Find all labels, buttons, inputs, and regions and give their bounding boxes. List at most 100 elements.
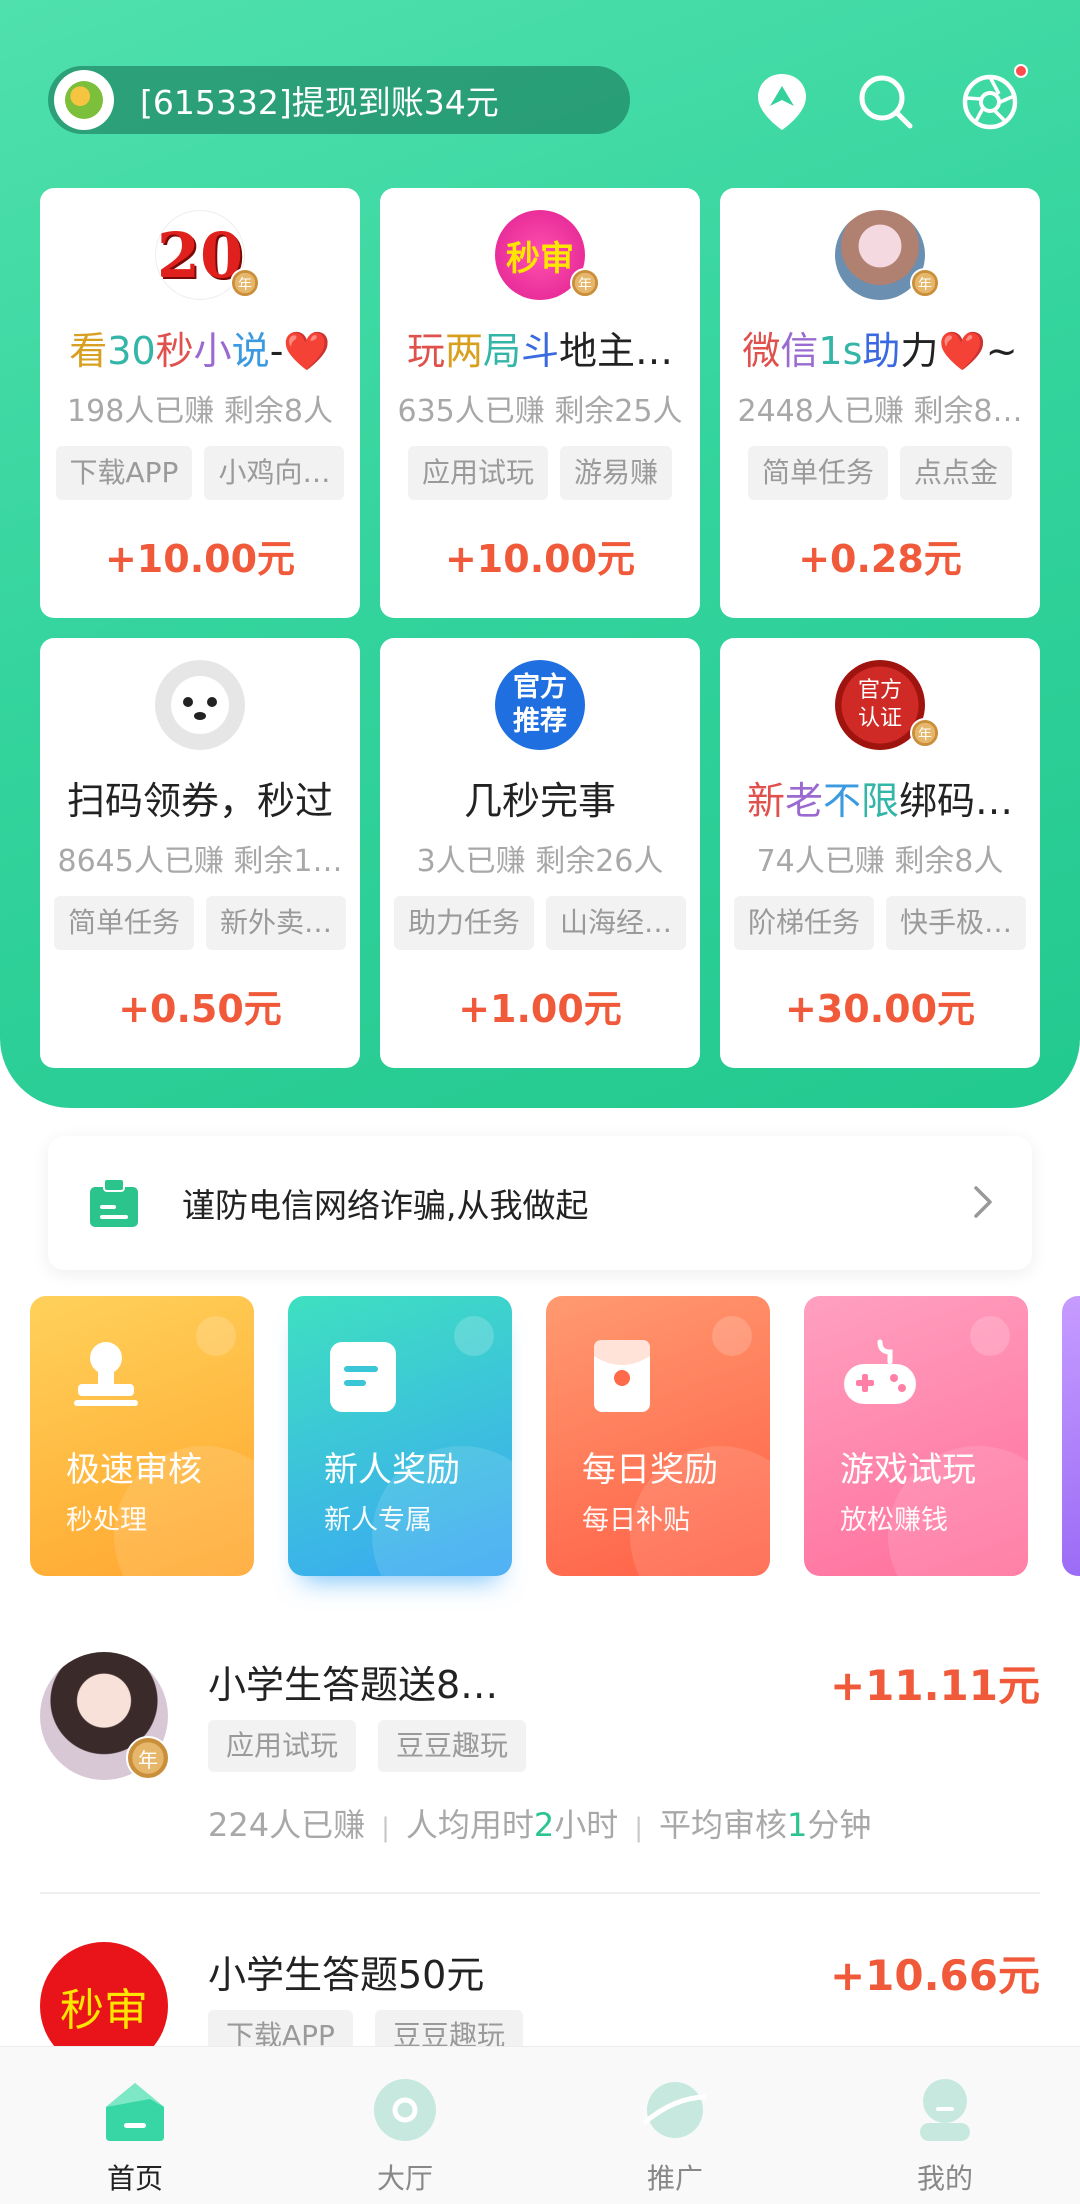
tag: 应用试玩 (208, 1720, 357, 1772)
task-card[interactable]: 官方认证 年 新老不限绑码… 74人已赚 剩余8人 阶梯任务 快手极… +30.… (720, 638, 1040, 1068)
card-stats: 74人已赚 剩余8人 (756, 844, 1004, 879)
tile-subtitle: 新人专属 (324, 1505, 432, 1536)
list-title: 小学生答题50元 (208, 1953, 485, 1997)
chevron-right-icon (974, 1186, 992, 1218)
list-title: 小学生答题送8… (208, 1663, 499, 1707)
card-reward: +1.00元 (458, 987, 622, 1031)
title-segment: 两 (444, 329, 483, 373)
card-stats: 2448人已赚 剩余8… (737, 394, 1023, 429)
title-segment: 限 (861, 779, 900, 823)
tag: 小鸡向… (204, 446, 345, 500)
title-segment: 小 (193, 329, 232, 373)
tag: 助力任务 (393, 896, 534, 950)
note-icon (330, 1342, 396, 1412)
title-segment: 微 (742, 329, 781, 373)
task-card[interactable]: 官方推荐 几秒完事 3人已赚 剩余26人 助力任务 山海经… +1.00元 (380, 638, 700, 1068)
stamp-icon (74, 1342, 138, 1406)
title-segment: 不 (822, 779, 861, 823)
tag: 简单任务 (53, 896, 194, 950)
card-title: 玩两局斗地主… (380, 320, 700, 375)
tile-title: 新人奖励 (324, 1450, 460, 1490)
tag: 山海经… (546, 896, 687, 950)
card-title: 看30秒小说-❤️ (40, 320, 360, 375)
card-title: 新老不限绑码… (720, 770, 1040, 825)
card-stats: 198人已赚 剩余8人 (67, 394, 333, 429)
ticker-text: [615332]提现到账34元 (140, 83, 499, 122)
tile-title: 极速审核 (66, 1450, 202, 1490)
tile-subtitle: 每日补贴 (582, 1505, 690, 1536)
nav-promote[interactable]: 推广 (540, 2047, 810, 2204)
card-tags: 下载APP 小鸡向… (40, 446, 360, 500)
search-icon[interactable] (854, 70, 918, 134)
hall-icon (374, 2079, 436, 2141)
list-item[interactable]: 秒审 小学生答题50元 +10.66元 下载APP 豆豆趣玩 (40, 1942, 1040, 2052)
card-avatar: 官方推荐 (495, 660, 585, 750)
withdraw-ticker[interactable]: [615332]提现到账34元 (48, 66, 630, 134)
title-segment: 局 (482, 329, 521, 373)
title-segment: 1s (818, 329, 863, 373)
tile-partial[interactable] (1062, 1296, 1080, 1576)
nav-mine[interactable]: 我的 (810, 2047, 1080, 2204)
tag: 新外卖… (206, 896, 347, 950)
card-reward: +0.50元 (118, 987, 282, 1031)
nav-hall[interactable]: 大厅 (270, 2047, 540, 2204)
tag: 下载APP (55, 446, 193, 500)
list-item[interactable]: 年 小学生答题送8… +11.11元 应用试玩 豆豆趣玩 224人已赚 | 人均用时… (40, 1652, 1040, 1852)
year-badge: 年 (910, 268, 940, 298)
notice-text: 谨防电信网络诈骗,从我做起 (182, 1186, 589, 1225)
title-segment: 说 (231, 329, 270, 373)
location-pin-icon[interactable] (750, 70, 814, 134)
card-tags: 助力任务 山海经… (380, 896, 700, 950)
card-tags: 阶梯任务 快手极… (720, 896, 1040, 950)
card-stats: 635人已赚 剩余25人 (397, 394, 683, 429)
tag: 点点金 (900, 446, 1013, 500)
notice-icon (90, 1178, 138, 1227)
planet-icon (642, 2082, 707, 2138)
nav-label: 首页 (106, 2162, 163, 2195)
bottom-nav: 首页 大厅 推广 我的 (0, 2046, 1080, 2204)
tile-subtitle: 放松赚钱 (840, 1505, 948, 1536)
task-card[interactable]: 扫码领券，秒过 8645人已赚 剩余1… 简单任务 新外卖… +0.50元 (40, 638, 360, 1068)
task-card[interactable]: 20 年 看30秒小说-❤️ 198人已赚 剩余8人 下载APP 小鸡向… +1… (40, 188, 360, 618)
task-card[interactable]: 秒审 年 玩两局斗地主… 635人已赚 剩余25人 应用试玩 游易赚 +10.0… (380, 188, 700, 618)
ticker-avatar (54, 70, 114, 130)
card-stats: 8645人已赚 剩余1… (57, 844, 343, 879)
card-tags: 简单任务 点点金 (720, 446, 1040, 500)
title-segment: 玩 (406, 329, 445, 373)
title-segment: 看 (69, 329, 108, 373)
list-reward: +10.66元 (829, 1951, 1040, 2000)
nav-label: 推广 (646, 2162, 703, 2195)
tile-daily-reward[interactable]: 每日奖励 每日补贴 (546, 1296, 770, 1576)
list-avatar: 秒审 (40, 1942, 168, 2052)
tag: 简单任务 (747, 446, 888, 500)
title-segment: 斗 (521, 329, 560, 373)
tag: 阶梯任务 (733, 896, 874, 950)
tag: 豆豆趣玩 (378, 1720, 527, 1772)
tile-title: 游戏试玩 (840, 1450, 976, 1490)
task-card[interactable]: 年 微信1s助力❤️~ 2448人已赚 剩余8… 简单任务 点点金 +0.28元 (720, 188, 1040, 618)
divider (40, 1892, 1040, 1894)
anti-fraud-notice[interactable]: 谨防电信网络诈骗,从我做起 (48, 1136, 1032, 1270)
nav-home[interactable]: 首页 (0, 2047, 270, 2204)
card-avatar (155, 660, 245, 750)
camera-shutter-icon[interactable] (958, 70, 1022, 134)
year-badge: 年 (230, 268, 260, 298)
tile-fast-review[interactable]: 极速审核 秒处理 (30, 1296, 254, 1576)
title-segment: 助 (862, 329, 901, 373)
year-badge: 年 (910, 718, 940, 748)
card-tags: 应用试玩 游易赚 (380, 446, 700, 500)
tile-title: 每日奖励 (582, 1450, 718, 1490)
card-reward: +30.00元 (784, 987, 976, 1031)
title-segment: 信 (780, 329, 819, 373)
nav-label: 我的 (916, 2162, 973, 2195)
card-title: 几秒完事 (380, 770, 700, 825)
hero-section: [615332]提现到账34元 20 年 看30秒小说-❤️ 198人已赚 剩余… (0, 0, 1080, 1108)
title-segment: ~ (985, 329, 1018, 373)
list-tags: 应用试玩 豆豆趣玩 (208, 1720, 527, 1772)
tile-newbie-reward[interactable]: 新人奖励 新人专属 (288, 1296, 512, 1576)
tile-game-trial[interactable]: 游戏试玩 放松赚钱 (804, 1296, 1028, 1576)
tile-subtitle: 秒处理 (66, 1505, 147, 1536)
card-title: 微信1s助力❤️~ (720, 320, 1040, 375)
card-reward: +10.00元 (104, 537, 296, 581)
card-tags: 简单任务 新外卖… (40, 896, 360, 950)
